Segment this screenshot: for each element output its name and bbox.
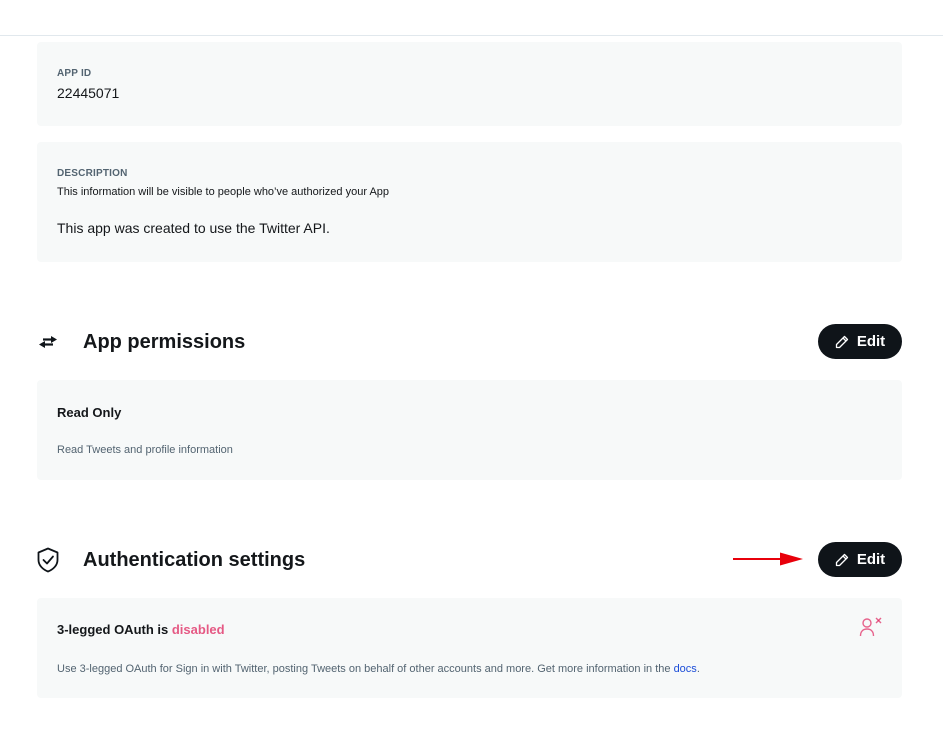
permissions-title: App permissions (83, 330, 246, 353)
oauth-status: disabled (171, 622, 225, 637)
red-arrow-icon (732, 551, 804, 572)
app-id-label: APP ID (57, 68, 92, 79)
oauth-status-line: 3-legged OAuth is disabled (57, 622, 882, 637)
user-x-icon (859, 616, 883, 643)
docs-link[interactable]: docs (674, 663, 697, 675)
description-value: This app was created to use the Twitter … (57, 220, 330, 236)
permission-level: Read Only (57, 405, 122, 420)
oauth-description-line: Use 3-legged OAuth for Sign in with Twit… (57, 663, 882, 675)
oauth-card: 3-legged OAuth is disabled Use 3-legged … (37, 598, 902, 698)
authentication-edit-label: Edit (856, 551, 886, 568)
pencil-icon (835, 335, 849, 349)
authentication-edit-button[interactable]: Edit (818, 542, 902, 577)
docs-suffix: . (696, 663, 700, 675)
shield-check-icon (37, 546, 65, 574)
permissions-edit-label: Edit (856, 333, 886, 350)
top-bar (0, 0, 943, 36)
oauth-prefix: 3-legged OAuth is (57, 622, 169, 637)
permission-level-description: Read Tweets and profile information (57, 444, 233, 456)
description-card: DESCRIPTION This information will be vis… (37, 142, 902, 262)
description-hint: This information will be visible to peop… (57, 186, 390, 198)
description-label: DESCRIPTION (57, 168, 128, 179)
permissions-edit-button[interactable]: Edit (818, 324, 902, 359)
permissions-header: App permissions Edit (37, 324, 902, 360)
pencil-icon (835, 553, 849, 567)
authentication-title: Authentication settings (83, 548, 306, 571)
oauth-description: Use 3-legged OAuth for Sign in with Twit… (57, 663, 671, 675)
permissions-card: Read Only Read Tweets and profile inform… (37, 380, 902, 480)
app-id-value: 22445071 (57, 85, 120, 101)
app-id-card: APP ID 22445071 (37, 42, 902, 126)
swap-arrows-icon (37, 328, 65, 356)
